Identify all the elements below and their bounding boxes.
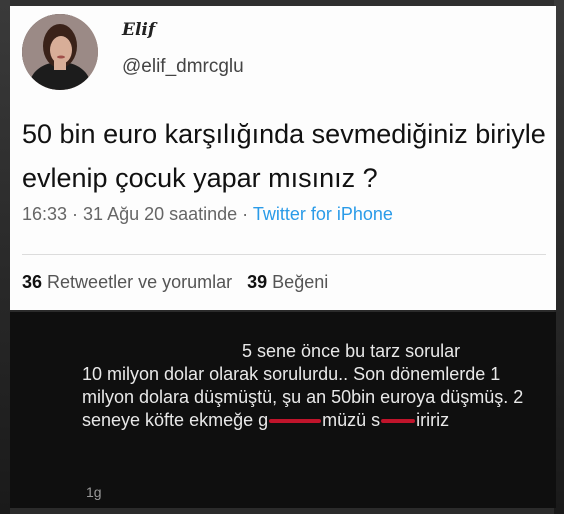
- likes-count: 39: [247, 272, 268, 292]
- tweet-timestamp: 16:33 · 31 Ağu 20 saatinde ·: [22, 204, 253, 224]
- user-handle[interactable]: @elif_dmrcglu: [122, 56, 244, 78]
- display-name[interactable]: Elif: [122, 20, 155, 40]
- censored-word-1-end: müzü: [322, 410, 367, 430]
- censored-word-2-start: s: [371, 410, 381, 430]
- censor-mark-2: [381, 419, 416, 424]
- avatar[interactable]: [22, 14, 98, 90]
- comment-line-1: 5 sene önce bu tarz sorular: [242, 341, 461, 361]
- censored-word-2-end: iririz: [416, 410, 450, 430]
- profile-photo-icon: [22, 14, 98, 90]
- comment-text: 5 sene önce bu tarz sorular 10 milyon dol…: [82, 340, 542, 432]
- tweet-stats: 36 Retweetler ve yorumlar 39 Beğeni: [22, 272, 328, 293]
- retweets-label: Retweetler ve yorumlar: [47, 272, 233, 292]
- frame-left: [0, 0, 10, 514]
- retweets-stat[interactable]: 36 Retweetler ve yorumlar: [22, 272, 232, 292]
- likes-stat[interactable]: 39 Beğeni: [247, 272, 328, 292]
- tweet-card: Elif @elif_dmrcglu 50 bin euro karşılığı…: [10, 6, 556, 310]
- comment-card: 5 sene önce bu tarz sorular 10 milyon dol…: [10, 312, 556, 508]
- censored-word-1-start: g: [258, 410, 269, 430]
- censor-mark-1: [269, 419, 322, 424]
- tweet-source-link[interactable]: Twitter for iPhone: [253, 204, 393, 224]
- tweet-meta: 16:33 · 31 Ağu 20 saatinde · Twitter for…: [22, 204, 393, 225]
- divider: [22, 254, 546, 255]
- likes-label: Beğeni: [272, 272, 329, 292]
- retweets-count: 36: [22, 272, 43, 292]
- comment-timestamp: 1g: [86, 484, 102, 500]
- tweet-text: 50 bin euro karşılığında sevmediğiniz bi…: [22, 119, 546, 193]
